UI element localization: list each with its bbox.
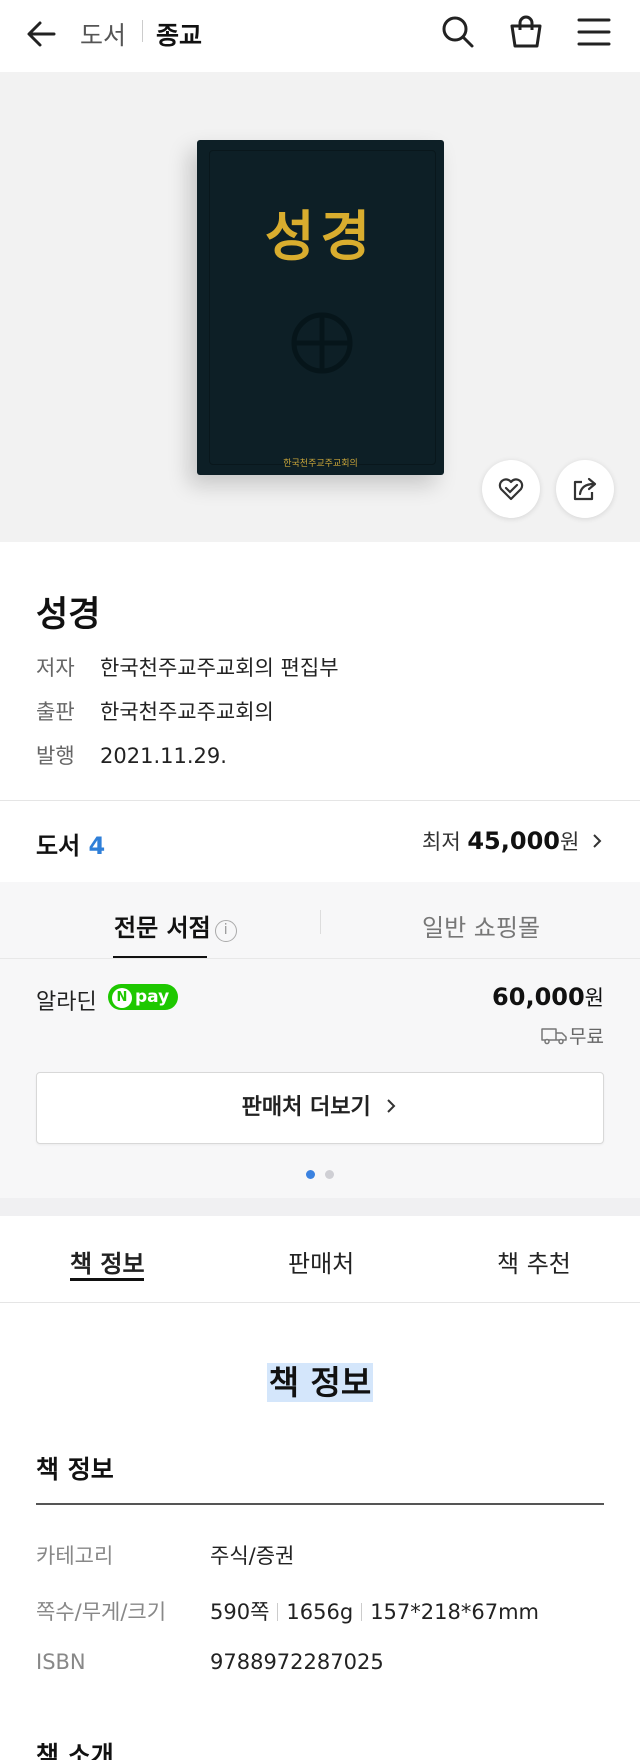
menu-icon[interactable]	[574, 12, 614, 52]
top-header: 도서 종교	[0, 0, 640, 72]
share-button[interactable]	[556, 460, 614, 518]
tab-book-info[interactable]: 책 정보	[70, 1244, 145, 1279]
seller-count: 도서 4	[36, 826, 105, 861]
date-row: 발행 2021.11.29.	[36, 740, 227, 770]
specs-label: 쪽수/무게/크기	[36, 1600, 167, 1624]
date-label: 발행	[36, 744, 75, 768]
lowest-price: 45,000	[467, 827, 560, 855]
seller-price-won: 원	[584, 986, 604, 1010]
publisher-label: 출판	[36, 700, 75, 724]
chevron-right-icon	[387, 1099, 396, 1113]
section-heading: 책 정보	[0, 1356, 640, 1404]
tab-general-mall[interactable]: 일반 쇼핑몰	[422, 908, 540, 943]
category-value[interactable]: 주식/증권	[210, 1540, 294, 1570]
back-arrow-icon[interactable]	[22, 14, 62, 54]
product-title: 성경	[36, 595, 101, 635]
npay-label: pay	[135, 987, 170, 1007]
product-hero: 성경 한국천주교주교회의	[0, 72, 640, 542]
seller-panel: 전문 서점 i 일반 쇼핑몰 알라딘 Npay 60,000원 무료 판매처 더보…	[0, 882, 640, 1198]
weight-value: 1656g	[286, 1600, 354, 1624]
shopping-bag-icon[interactable]	[506, 12, 546, 52]
subsection-rule	[36, 1503, 604, 1505]
heart-check-icon	[498, 478, 524, 501]
tab-divider	[320, 910, 321, 934]
lowest-price-link[interactable]: 최저 45,000원	[422, 826, 604, 856]
pager-dot[interactable]	[325, 1170, 334, 1179]
breadcrumb-divider	[142, 20, 143, 42]
date-value: 2021.11.29.	[100, 744, 227, 768]
author-label: 저자	[36, 656, 75, 680]
section-gap	[0, 1198, 640, 1216]
author-value[interactable]: 한국천주교주교회의 편집부	[100, 656, 339, 680]
subsection-heading: 책 정보	[36, 1455, 114, 1484]
more-sellers-label: 판매처 더보기	[241, 1095, 371, 1120]
divider	[0, 800, 640, 801]
book-intro-heading: 책 소개	[36, 1741, 114, 1760]
category-label: 카테고리	[36, 1544, 114, 1568]
pager-dot-active[interactable]	[306, 1170, 315, 1179]
isbn-value: 9788972287025	[210, 1650, 384, 1674]
divider	[0, 958, 640, 959]
book-cover-image: 성경 한국천주교주교회의	[197, 140, 444, 475]
publisher-value[interactable]: 한국천주교주교회의	[100, 700, 274, 724]
tab-recommend[interactable]: 책 추천	[497, 1244, 571, 1279]
book-cover-title: 성경	[264, 204, 377, 268]
more-sellers-button[interactable]: 판매처 더보기	[36, 1072, 604, 1144]
info-icon[interactable]: i	[214, 920, 237, 942]
specs-value: 590쪽 1656g 157*218*67mm	[210, 1596, 539, 1626]
chevron-right-icon	[593, 834, 602, 848]
breadcrumb-category[interactable]: 도서	[80, 16, 126, 52]
divider	[0, 1302, 640, 1303]
publisher-row: 출판 한국천주교주교회의	[36, 696, 274, 726]
seller-price-value: 60,000	[492, 983, 585, 1011]
breadcrumb-subcategory[interactable]: 종교	[156, 16, 202, 52]
lowest-label: 최저	[422, 830, 461, 854]
shipping-info: 무료	[541, 1022, 604, 1049]
npay-badge: Npay	[108, 984, 179, 1010]
pages-value: 590쪽	[210, 1600, 270, 1624]
lowest-won: 원	[559, 830, 580, 854]
search-icon[interactable]	[438, 12, 478, 52]
section-heading-text: 책 정보	[266, 1363, 374, 1402]
shipping-text: 무료	[569, 1026, 604, 1048]
type-label: 도서	[36, 832, 81, 860]
seller-name[interactable]: 알라딘	[36, 984, 97, 1016]
delivery-truck-icon	[541, 1028, 567, 1045]
isbn-label: ISBN	[36, 1650, 86, 1674]
spec-separator	[361, 1603, 363, 1621]
book-cover-publisher: 한국천주교주교회의	[283, 459, 358, 469]
spec-separator	[277, 1603, 279, 1621]
cross-emblem-icon	[287, 308, 357, 378]
tab-sellers[interactable]: 판매처	[288, 1244, 354, 1279]
size-value: 157*218*67mm	[370, 1600, 539, 1624]
author-row: 저자 한국천주교주교회의 편집부	[36, 652, 339, 682]
count-number: 4	[88, 832, 106, 860]
active-tab-indicator	[70, 1278, 144, 1281]
tab-specialty-label: 전문 서점	[114, 914, 211, 942]
npay-n-icon: N	[112, 988, 132, 1008]
seller-price[interactable]: 60,000원	[492, 982, 604, 1012]
share-icon	[573, 477, 597, 501]
wishlist-button[interactable]	[482, 460, 540, 518]
tab-specialty-bookstore[interactable]: 전문 서점 i	[114, 908, 237, 943]
